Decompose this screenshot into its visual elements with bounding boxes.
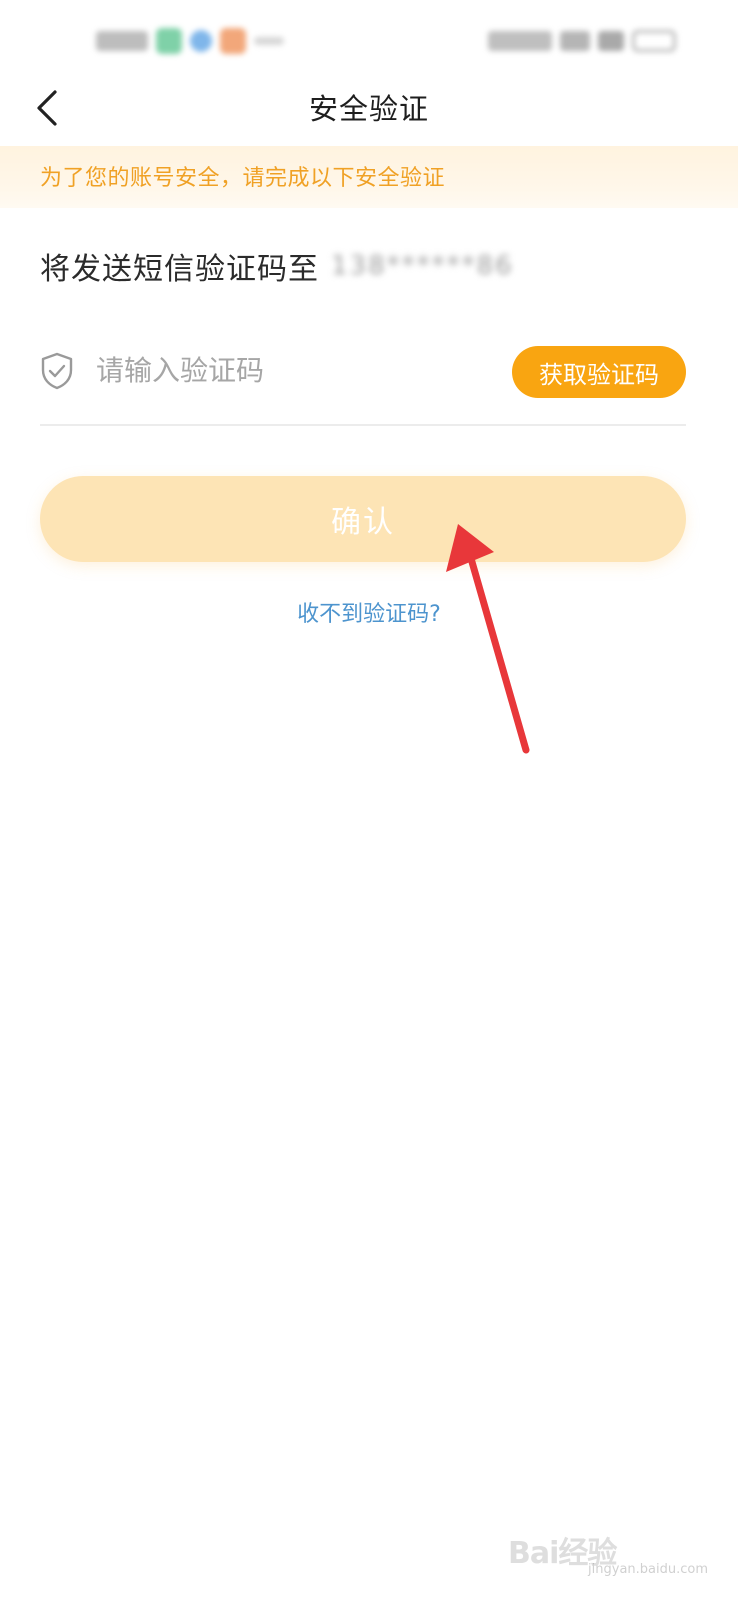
status-right xyxy=(488,30,676,52)
get-code-button[interactable]: 获取验证码 xyxy=(512,346,686,398)
page-title: 安全验证 xyxy=(308,92,429,126)
watermark-url: jingyan.baidu.com xyxy=(588,1562,708,1577)
confirm-button[interactable]: 确认 xyxy=(40,476,686,562)
header: 安全验证 xyxy=(0,72,738,144)
masked-phone-number: 138******86 xyxy=(331,251,514,281)
baidu-jingyan-watermark: Bai经验 jingyan.baidu.com xyxy=(508,1524,708,1584)
no-code-link[interactable]: 收不到验证码? xyxy=(0,596,738,628)
sms-target-line: 将发送短信验证码至 138******86 xyxy=(40,244,514,288)
security-notice-text: 为了您的账号安全，请完成以下安全验证 xyxy=(40,166,446,191)
security-notice-banner: 为了您的账号安全，请完成以下安全验证 xyxy=(0,146,738,208)
sms-prefix-text: 将发送短信验证码至 xyxy=(40,252,319,287)
notification-icon xyxy=(190,30,212,52)
signal-icon xyxy=(560,31,590,51)
notification-icon xyxy=(220,28,246,54)
battery-icon xyxy=(632,30,676,52)
notification-icon xyxy=(156,28,182,54)
verification-page: 安全验证 为了您的账号安全，请完成以下安全验证 将发送短信验证码至 138***… xyxy=(0,0,738,1600)
network-speed xyxy=(488,31,552,51)
verification-code-input[interactable] xyxy=(96,344,476,396)
status-time xyxy=(96,31,148,51)
status-left xyxy=(96,28,284,54)
verification-code-row: 获取验证码 xyxy=(40,330,686,426)
annotation-arrow xyxy=(446,524,530,754)
shield-check-icon xyxy=(41,352,73,390)
status-bar xyxy=(0,0,738,80)
wifi-icon xyxy=(598,31,624,51)
more-notifications-icon xyxy=(254,37,284,45)
